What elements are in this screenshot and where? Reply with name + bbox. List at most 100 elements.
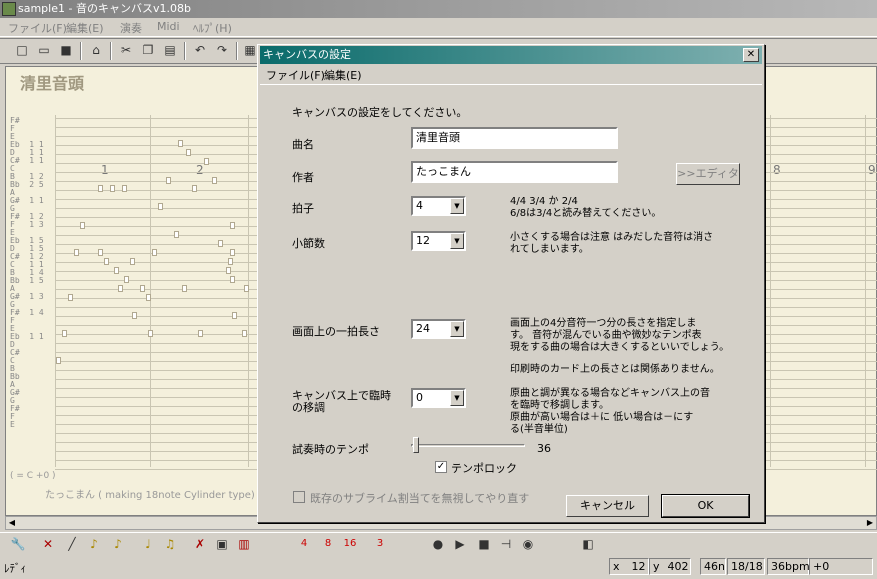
note-card[interactable] (174, 231, 179, 238)
note-card[interactable] (226, 267, 231, 274)
note-card[interactable] (140, 285, 145, 292)
menu-edit[interactable]: 編集(E) (66, 20, 104, 36)
undo-icon[interactable]: ↶ (192, 42, 208, 58)
ok-button[interactable]: OK (661, 494, 750, 518)
note-16-icon[interactable]: 16 (342, 536, 358, 552)
grid-icon[interactable]: ▣ (214, 536, 230, 552)
note-card[interactable] (146, 294, 151, 301)
paste-icon[interactable]: ▤ (162, 42, 178, 58)
dialog-menu-edit[interactable]: 編集(E) (324, 67, 362, 83)
song-name-field[interactable]: 清里音頭 (411, 127, 618, 149)
note-card[interactable] (98, 249, 103, 256)
note-card[interactable] (228, 258, 233, 265)
chevron-down-icon[interactable]: ▼ (450, 390, 464, 406)
time-signature-select[interactable]: 4 ▼ (411, 196, 466, 216)
note-card[interactable] (104, 258, 109, 265)
chevron-down-icon[interactable]: ▼ (450, 198, 464, 214)
metronome-icon[interactable]: ◉ (520, 536, 536, 552)
note-card[interactable] (212, 177, 217, 184)
record-icon[interactable]: ● (430, 536, 446, 552)
wrench-icon[interactable]: 🔧 (10, 536, 26, 552)
scroll-right-icon[interactable]: ▶ (864, 517, 876, 529)
menu-help[interactable]: ﾍﾙﾌﾟ(H) (193, 20, 232, 36)
beat-length-select[interactable]: 24 ▼ (411, 319, 466, 339)
note-card[interactable] (232, 312, 237, 319)
save-icon[interactable]: ■ (58, 42, 74, 58)
note-card[interactable] (192, 185, 197, 192)
stop-icon[interactable]: ■ (476, 536, 492, 552)
tie2-icon[interactable]: ♪ (110, 536, 126, 552)
transpose-indicator: ( = C +0 ) (10, 471, 56, 481)
new-file-icon[interactable]: □ (14, 42, 30, 58)
step-icon[interactable]: ⊣ (498, 536, 514, 552)
menu-midi[interactable]: Midi (157, 20, 180, 33)
note-card[interactable] (122, 185, 127, 192)
note-card[interactable] (218, 240, 223, 247)
note-card[interactable] (68, 294, 73, 301)
cut-icon[interactable]: ✂ (118, 42, 134, 58)
toolbar-separator (80, 42, 82, 60)
scroll-left-icon[interactable]: ◀ (6, 517, 18, 529)
delete-icon[interactable]: ✗ (192, 536, 208, 552)
note-card[interactable] (230, 276, 235, 283)
chevron-down-icon[interactable]: ▼ (450, 233, 464, 249)
measures-select[interactable]: 12 ▼ (411, 231, 466, 251)
note-card[interactable] (166, 177, 171, 184)
open-folder-icon[interactable]: ▭ (36, 42, 52, 58)
note-card[interactable] (118, 285, 123, 292)
tie-icon[interactable]: ♪ (86, 536, 102, 552)
sublime-reset-checkbox[interactable] (293, 491, 305, 503)
play-icon[interactable]: ▶ (452, 536, 468, 552)
note-card[interactable] (242, 330, 247, 337)
note-8-icon[interactable]: 8 (320, 536, 336, 552)
note-card[interactable] (114, 267, 119, 274)
note-card[interactable] (198, 330, 203, 337)
note-card[interactable] (148, 330, 153, 337)
chevron-down-icon[interactable]: ▼ (450, 321, 464, 337)
slider-thumb[interactable] (413, 437, 419, 453)
triplet-icon[interactable]: 3 (372, 536, 388, 552)
print-icon[interactable]: ▦ (242, 42, 258, 58)
author-field[interactable]: たっこまん (411, 161, 618, 183)
export-icon[interactable]: ◧ (580, 536, 596, 552)
note-card[interactable] (110, 185, 115, 192)
note-card[interactable] (178, 140, 183, 147)
note-card[interactable] (80, 222, 85, 229)
cancel-button[interactable]: キャンセル (566, 495, 649, 517)
note-card[interactable] (204, 158, 209, 165)
tempo-slider[interactable] (411, 437, 525, 453)
line-icon[interactable]: ╱ (64, 536, 80, 552)
note-card[interactable] (130, 258, 135, 265)
note-card[interactable] (230, 249, 235, 256)
import-icon[interactable]: ⌂ (88, 42, 104, 58)
note-card[interactable] (182, 285, 187, 292)
tempo-label: 試奏時のテンポ (292, 443, 369, 456)
window-title: sample1 - 音のキャンバスv1.08b (18, 2, 191, 15)
note-icon[interactable]: ♩ (140, 536, 156, 552)
note-card[interactable] (132, 312, 137, 319)
tempo-lock-checkbox[interactable]: ✓ (435, 461, 447, 473)
dialog-menu-file[interactable]: ファイル(F) (266, 67, 325, 83)
redo-icon[interactable]: ↷ (214, 42, 230, 58)
double-note-icon[interactable]: ♫ (162, 536, 178, 552)
copy-icon[interactable]: ❐ (140, 42, 156, 58)
measure-icon[interactable]: ▥ (236, 536, 252, 552)
measure-number: 9 (868, 163, 876, 177)
note-card[interactable] (98, 185, 103, 192)
editor-button[interactable]: >>エディタ (676, 163, 740, 185)
close-icon[interactable]: ✕ (743, 48, 759, 62)
note-card[interactable] (152, 249, 157, 256)
note-card[interactable] (244, 285, 249, 292)
note-card[interactable] (56, 357, 61, 364)
menu-file[interactable]: ファイル(F) (8, 20, 67, 36)
menu-play[interactable]: 演奏 (120, 20, 142, 36)
transpose-select[interactable]: 0 ▼ (411, 388, 466, 408)
note-card[interactable] (74, 249, 79, 256)
note-card[interactable] (62, 330, 67, 337)
note-card[interactable] (158, 203, 163, 210)
note-card[interactable] (186, 149, 191, 156)
note-card[interactable] (124, 276, 129, 283)
eraser-icon[interactable]: ✕ (40, 536, 56, 552)
note-card[interactable] (230, 222, 235, 229)
note-4-icon[interactable]: 4 (296, 536, 312, 552)
